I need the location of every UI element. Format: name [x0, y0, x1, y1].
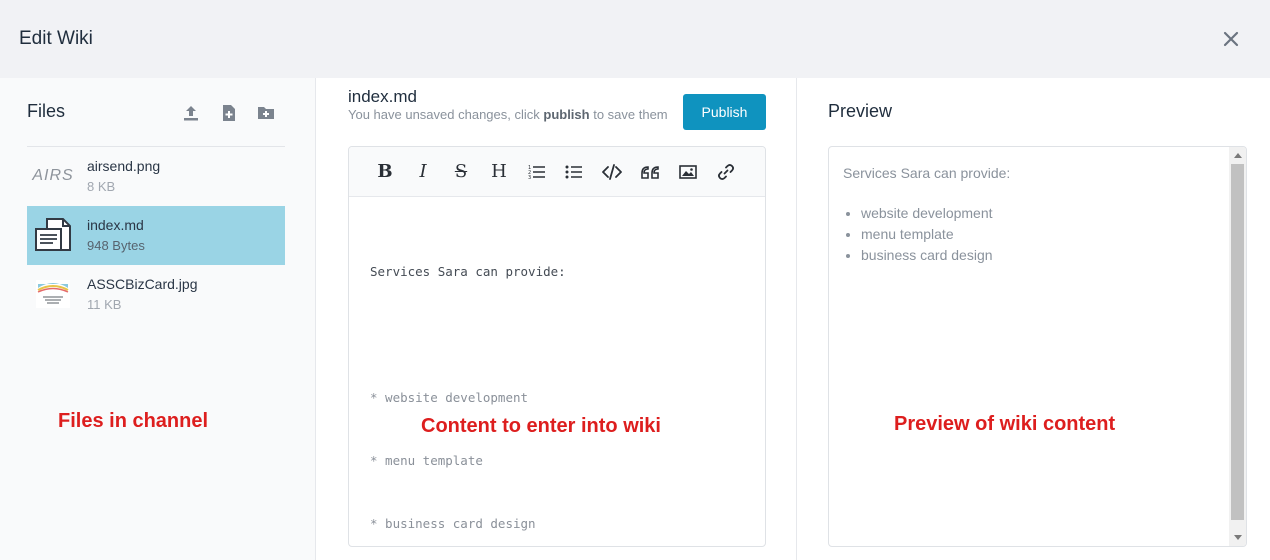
- document-name: index.md: [348, 87, 417, 106]
- editor-content[interactable]: Services Sara can provide: ​ * website d…: [370, 219, 566, 546]
- scroll-up-arrow-icon[interactable]: [1234, 153, 1242, 158]
- notice-bold: publish: [543, 107, 590, 122]
- dialog-title: Edit Wiki: [19, 28, 93, 49]
- file-item-index-md[interactable]: index.md 948 Bytes: [27, 206, 285, 265]
- quote-button[interactable]: [637, 160, 663, 184]
- strikethrough-button[interactable]: S: [448, 160, 474, 184]
- image-thumbnail: [33, 275, 73, 313]
- heading-button[interactable]: H: [486, 160, 512, 184]
- scroll-down-arrow-icon[interactable]: [1234, 535, 1242, 540]
- preview-panel: Preview Services Sara can provide: websi…: [798, 78, 1270, 560]
- preview-list: website development menu template busine…: [861, 203, 993, 266]
- markdown-editor[interactable]: B I S H 1 2 3 Services Sara can provide:…: [348, 146, 766, 547]
- file-name: airsend.png: [87, 158, 161, 174]
- file-item-asscbizcard[interactable]: ASSCBizCard.jpg 11 KB: [27, 265, 285, 324]
- image-thumbnail: AIRS: [32, 157, 74, 195]
- content-line: * business card design: [370, 516, 536, 531]
- close-icon: [1223, 31, 1239, 47]
- editor-panel: index.md You have unsaved changes, click…: [317, 78, 797, 560]
- document-icon: [33, 216, 73, 254]
- quote-icon: [641, 166, 659, 179]
- scrollbar-thumb[interactable]: [1231, 164, 1244, 520]
- new-file-icon: [223, 105, 235, 121]
- file-name: index.md: [87, 217, 144, 233]
- preview-box: Services Sara can provide: website devel…: [828, 146, 1247, 547]
- upload-button[interactable]: [181, 103, 201, 123]
- code-button[interactable]: [599, 160, 625, 184]
- annotation-preview: Preview of wiki content: [894, 413, 1116, 435]
- file-size: 948 Bytes: [87, 238, 145, 253]
- bullet-list-icon: [565, 165, 582, 179]
- dialog-header: Edit Wiki: [0, 0, 1270, 78]
- link-button[interactable]: [713, 160, 739, 184]
- publish-button[interactable]: Publish: [683, 94, 766, 130]
- annotation-content: Content to enter into wiki: [421, 415, 661, 437]
- annotation-files: Files in channel: [58, 410, 209, 432]
- unsaved-notice: You have unsaved changes, click publish …: [348, 107, 683, 122]
- image-icon: [679, 165, 697, 179]
- preview-list-item: menu template: [861, 224, 993, 245]
- close-button[interactable]: [1216, 24, 1246, 54]
- ordered-list-icon: 1 2 3: [528, 165, 545, 180]
- preview-list-item: business card design: [861, 245, 993, 266]
- code-icon: [602, 164, 622, 180]
- content-line: Services Sara can provide:: [370, 264, 566, 279]
- preview-intro: Services Sara can provide:: [843, 165, 1011, 181]
- notice-text: You have unsaved changes, click: [348, 107, 544, 122]
- content-line: * menu template: [370, 453, 483, 468]
- heading-icon: H: [491, 161, 507, 182]
- image-button[interactable]: [675, 160, 701, 184]
- italic-button[interactable]: I: [410, 160, 436, 184]
- new-folder-icon: [258, 107, 274, 119]
- files-title: Files: [27, 101, 66, 121]
- link-icon: [718, 164, 734, 180]
- bold-button[interactable]: B: [372, 160, 398, 184]
- svg-text:3: 3: [528, 175, 531, 180]
- new-folder-button[interactable]: [256, 103, 276, 123]
- files-panel: Files AIRS airsend.png 8 KB index.md 948…: [0, 78, 316, 560]
- preview-title: Preview: [828, 101, 893, 121]
- preview-list-item: website development: [861, 203, 993, 224]
- thumbnail-text: AIRS: [32, 167, 74, 184]
- editor-toolbar: B I S H 1 2 3: [349, 147, 765, 197]
- ordered-list-button[interactable]: 1 2 3: [524, 160, 550, 184]
- preview-scrollbar[interactable]: [1229, 147, 1246, 546]
- file-size: 8 KB: [87, 179, 116, 194]
- strikethrough-icon: S: [454, 161, 468, 182]
- content-line: * website development: [370, 390, 529, 405]
- italic-icon: I: [419, 161, 427, 182]
- content-line: ​: [370, 324, 566, 345]
- file-size: 11 KB: [87, 297, 122, 312]
- upload-icon: [184, 106, 198, 121]
- file-name: ASSCBizCard.jpg: [87, 276, 198, 292]
- file-item-airsend[interactable]: AIRS airsend.png 8 KB: [27, 147, 285, 206]
- bullet-list-button[interactable]: [561, 160, 587, 184]
- bold-icon: B: [377, 161, 393, 182]
- new-file-button[interactable]: [219, 103, 239, 123]
- notice-text-end: to save them: [589, 107, 668, 122]
